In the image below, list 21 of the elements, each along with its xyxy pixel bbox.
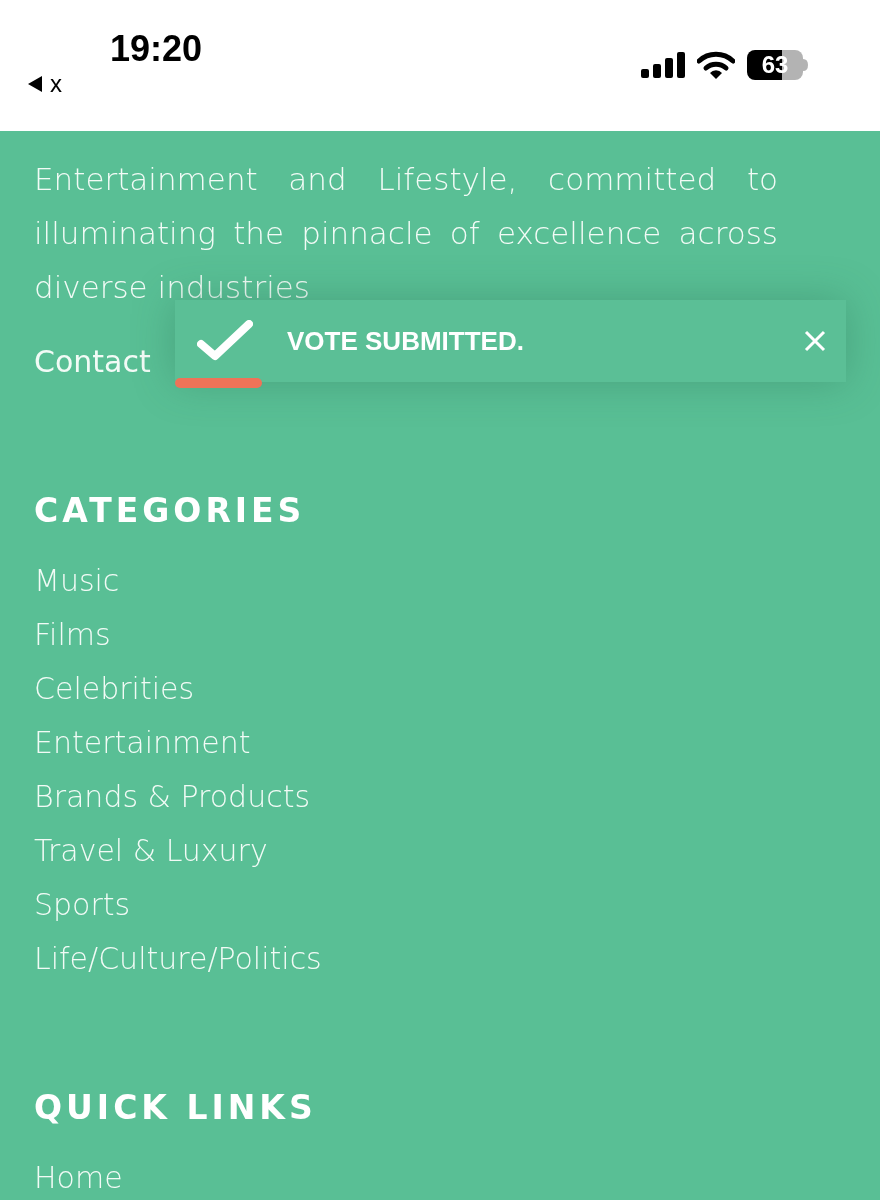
toast-message: VOTE SUBMITTED. <box>287 325 524 357</box>
back-label[interactable]: x <box>50 70 62 98</box>
contact-link[interactable]: Contact <box>34 342 151 382</box>
about-paragraph: Entertainment and Lifestyle, committed to illuminating the pinnacle of excellence across diverse industries <box>34 160 778 307</box>
footer-link[interactable]: Brands & Products <box>34 777 311 817</box>
footer-link[interactable]: Home <box>34 1158 123 1198</box>
footer-link[interactable]: Films <box>34 615 111 655</box>
clock-time: 19:20 <box>110 28 203 70</box>
footer-link[interactable]: Entertainment <box>34 723 251 763</box>
checkmark-icon <box>197 320 253 362</box>
section-heading: QUICK LINKS <box>34 1087 318 1129</box>
footer-link[interactable]: Sports <box>34 885 131 925</box>
wifi-icon <box>697 51 735 79</box>
footer-link[interactable]: Celebrities <box>34 669 195 709</box>
back-arrow-icon[interactable] <box>28 76 42 92</box>
footer-link[interactable]: Music <box>34 561 120 601</box>
battery-tip-icon <box>803 59 808 71</box>
section-heading: CATEGORIES <box>34 490 307 532</box>
footer-link[interactable]: Life/Culture/Politics <box>34 939 322 979</box>
footer-link[interactable]: Travel & Luxury <box>34 831 268 871</box>
signal-icon <box>641 52 685 78</box>
